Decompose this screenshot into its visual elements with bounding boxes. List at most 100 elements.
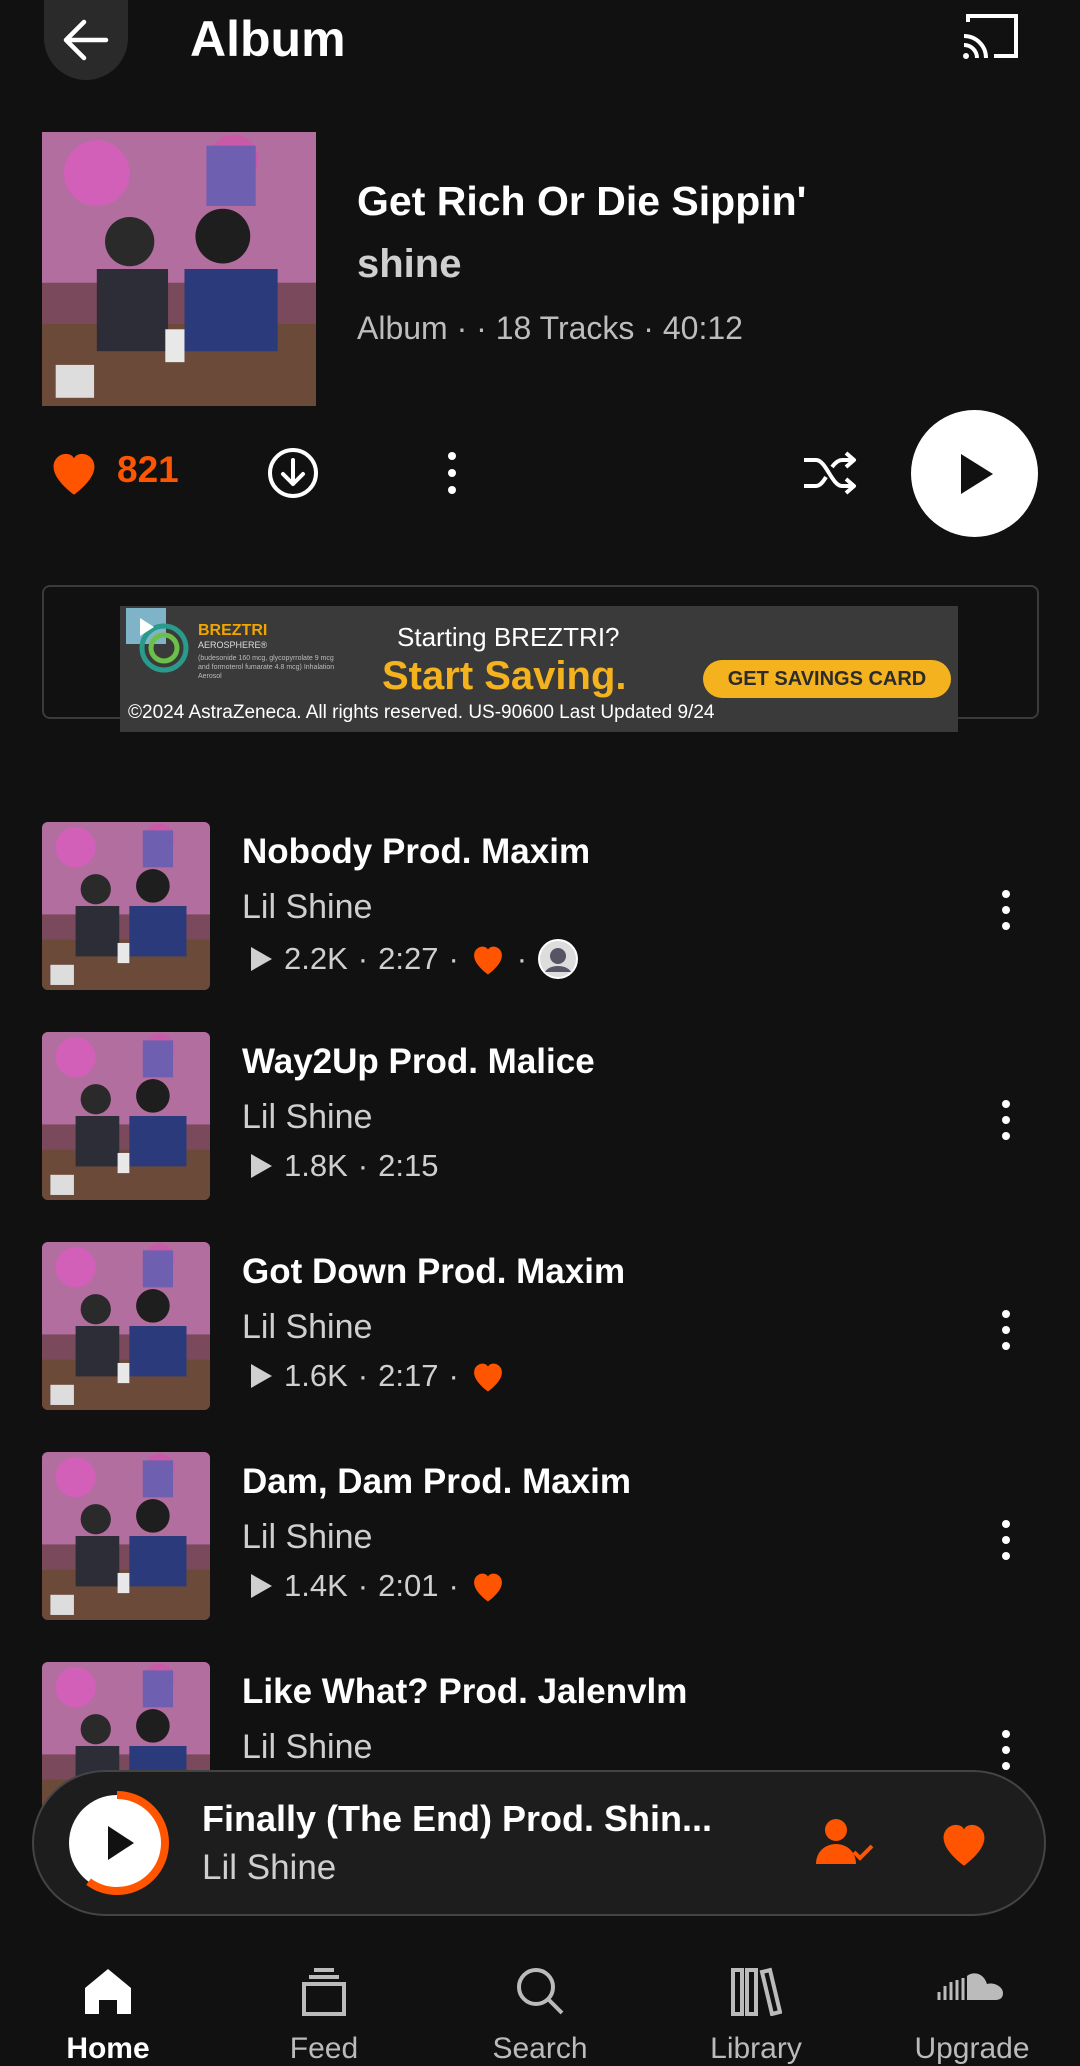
back-button[interactable]	[44, 0, 128, 80]
ad-question: Starting BREZTRI?	[397, 622, 620, 652]
heart-icon	[943, 1824, 985, 1866]
heart-icon	[473, 1363, 502, 1392]
nav-label-feed: Feed	[289, 2032, 359, 2065]
avatar	[538, 939, 579, 979]
like-button[interactable]	[46, 447, 102, 502]
ad-banner[interactable]: BREZTRI AEROSPHERE® (budesonide 160 mcg,…	[120, 606, 958, 732]
play-count-icon	[251, 1364, 272, 1388]
ad-cta: Start Saving.	[382, 654, 627, 698]
nav-upgrade[interactable]: Upgrade	[864, 1940, 1080, 2065]
more-vertical-icon	[1002, 1730, 1010, 1770]
track-artist: Lil Shine	[242, 1518, 373, 1556]
album-cover	[42, 132, 316, 406]
track-cover	[42, 1242, 210, 1410]
more-vertical-icon	[1002, 1100, 1010, 1140]
track-stats: 1.4K · 2:01 ·	[248, 1568, 507, 1604]
track-more-button[interactable]	[990, 1096, 1022, 1149]
nav-label-library: Library	[710, 2032, 802, 2065]
nav-search[interactable]: Search	[432, 1940, 648, 2065]
ad-brand-sub: AEROSPHERE®	[198, 640, 268, 650]
track-duration: 2:01	[378, 1568, 439, 1603]
play-icon	[960, 453, 993, 494]
track-plays: 1.6K	[284, 1358, 348, 1393]
soundcloud-icon	[937, 1973, 1003, 2000]
track-row[interactable]: Way2Up Prod. Malice Lil Shine 1.8K · 2:15	[0, 1032, 1080, 1212]
track-cover	[42, 822, 210, 990]
track-duration: 2:27	[378, 941, 439, 976]
more-options-button[interactable]	[436, 446, 468, 505]
track-row[interactable]: Got Down Prod. Maxim Lil Shine 1.6K · 2:17 ·	[0, 1242, 1080, 1422]
mini-player-artist: Lil Shine	[202, 1848, 337, 1887]
track-cover	[42, 1032, 210, 1200]
mini-player[interactable]: Finally (The End) Prod. Shin... Lil Shin…	[32, 1770, 1046, 1916]
play-count-icon	[251, 1154, 272, 1178]
more-vertical-icon	[1002, 1520, 1010, 1560]
album-artist[interactable]: shine	[357, 242, 461, 287]
bottom-nav: Home Feed Search Library Upgrade	[0, 1940, 1080, 2065]
arrow-left-icon	[63, 19, 109, 61]
breztri-logo-icon	[126, 608, 189, 673]
heart-icon	[473, 946, 502, 975]
mini-player-title: Finally (The End) Prod. Shin...	[202, 1798, 713, 1839]
track-more-button[interactable]	[990, 1306, 1022, 1359]
mini-play-button[interactable]	[64, 1790, 170, 1896]
track-duration: 2:17	[378, 1358, 439, 1393]
nav-label-upgrade: Upgrade	[914, 2032, 1030, 2065]
track-artist: Lil Shine	[242, 1728, 373, 1766]
download-button[interactable]	[266, 446, 320, 505]
track-stats: 1.8K · 2:15	[248, 1148, 438, 1184]
nav-library[interactable]: Library	[648, 1940, 864, 2065]
ad-brand: BREZTRI	[198, 622, 268, 639]
track-row[interactable]: Dam, Dam Prod. Maxim Lil Shine 1.4K · 2:01 ·	[0, 1452, 1080, 1632]
track-artist: Lil Shine	[242, 1308, 373, 1346]
track-cover	[42, 1452, 210, 1620]
nav-home[interactable]: Home	[0, 1940, 216, 2065]
more-vertical-icon	[1002, 1310, 1010, 1350]
ad-note: (budesonide 160 mcg, glycopyrrolate 9 mc…	[198, 655, 335, 680]
track-artist: Lil Shine	[242, 888, 373, 926]
home-icon	[85, 1969, 131, 2014]
album-title: Get Rich Or Die Sippin'	[357, 178, 807, 224]
nav-feed[interactable]: Feed	[216, 1940, 432, 2065]
heart-icon	[473, 1573, 502, 1602]
ad-copyright: ©2024 AstraZeneca. All rights reserved. …	[128, 702, 715, 723]
more-vertical-icon	[1002, 890, 1010, 930]
like-count: 821	[117, 449, 179, 490]
user-check-icon	[816, 1819, 874, 1864]
search-icon	[517, 1968, 564, 2015]
play-album-button[interactable]	[911, 410, 1038, 537]
page-title: Album	[190, 11, 346, 67]
heart-icon	[53, 453, 95, 495]
track-more-button[interactable]	[990, 886, 1022, 939]
track-row[interactable]: Nobody Prod. Maxim Lil Shine 2.2K · 2:27 · ·	[0, 822, 1080, 1002]
track-plays: 2.2K	[284, 941, 348, 976]
track-artist: Lil Shine	[242, 1098, 373, 1136]
track-title: Like What? Prod. Jalenvlm	[242, 1672, 688, 1711]
album-meta: Album · · 18 Tracks · 40:12	[357, 310, 743, 346]
mini-like-button[interactable]	[936, 1818, 992, 1873]
nav-label-home: Home	[66, 2032, 150, 2065]
library-icon	[731, 1967, 782, 2016]
shuffle-button[interactable]	[800, 448, 858, 503]
track-duration: 2:15	[378, 1148, 439, 1183]
track-plays: 1.4K	[284, 1568, 348, 1603]
ad-savings-card-button[interactable]: GET SAVINGS CARD	[703, 660, 951, 698]
cast-button[interactable]	[960, 12, 1024, 66]
play-progress-icon	[65, 1791, 169, 1895]
track-stats: 1.6K · 2:17 ·	[248, 1358, 507, 1394]
follow-button[interactable]	[814, 1816, 874, 1873]
track-title: Nobody Prod. Maxim	[242, 832, 591, 871]
more-vertical-icon	[448, 452, 456, 494]
track-title: Way2Up Prod. Malice	[242, 1042, 595, 1081]
track-title: Dam, Dam Prod. Maxim	[242, 1462, 631, 1501]
shuffle-icon	[804, 451, 856, 495]
track-plays: 1.8K	[284, 1148, 348, 1183]
track-stats: 2.2K · 2:27 · ·	[248, 938, 579, 980]
download-icon	[268, 448, 318, 498]
cast-icon	[963, 14, 1018, 59]
track-more-button[interactable]	[990, 1726, 1022, 1779]
track-title: Got Down Prod. Maxim	[242, 1252, 626, 1291]
track-more-button[interactable]	[990, 1516, 1022, 1569]
feed-icon	[302, 1968, 346, 2016]
nav-label-search: Search	[492, 2032, 588, 2065]
